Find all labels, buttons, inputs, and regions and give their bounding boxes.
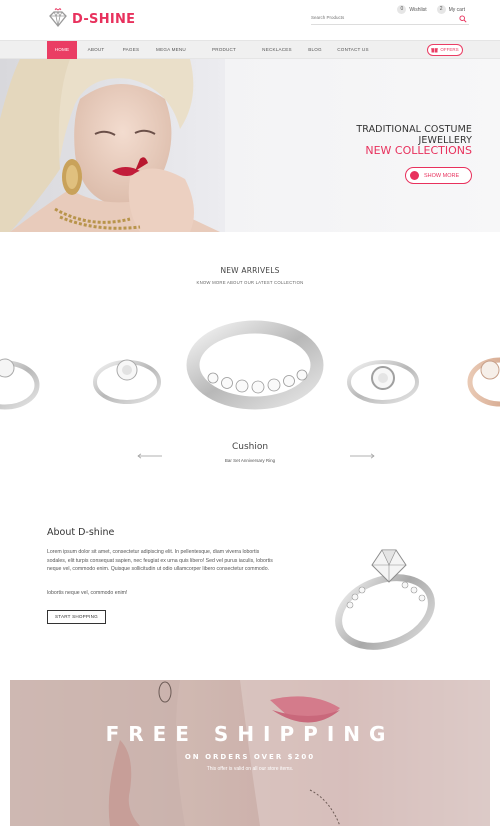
arrivals-subtitle: KNOW MORE ABOUT OUR LATEST COLLECTION xyxy=(196,280,304,285)
gift-icon xyxy=(431,48,439,53)
wishlist-label: Wishlist xyxy=(409,6,427,13)
nav-pages[interactable]: PAGES xyxy=(116,41,146,60)
cart-link[interactable]: 2 My cart xyxy=(436,5,465,14)
ring-item-featured[interactable] xyxy=(186,320,324,410)
wishlist-count: 0 xyxy=(397,5,407,14)
brand-name: D-SHINE xyxy=(72,11,136,27)
nav-about[interactable]: ABOUT xyxy=(80,41,112,60)
ring-carousel xyxy=(0,320,500,410)
show-more-button[interactable]: SHOW MORE xyxy=(405,167,472,184)
ring-item[interactable] xyxy=(93,359,161,404)
search-input[interactable] xyxy=(311,15,451,20)
banner-note: This offer is valid on all our store ite… xyxy=(206,766,294,772)
nav-necklaces[interactable]: NECKLACES xyxy=(258,41,296,60)
ring-item[interactable] xyxy=(0,358,40,410)
hero-model-image xyxy=(0,59,225,232)
top-links: 0 Wishlist 2 My cart xyxy=(397,5,465,14)
about-ring-image xyxy=(335,549,435,650)
offers-label: OFFERS xyxy=(440,47,459,52)
featured-ring-name: Cushion xyxy=(231,442,269,452)
wishlist-link[interactable]: 0 Wishlist xyxy=(397,5,427,14)
hero-subtitle: NEW COLLECTIONS xyxy=(365,144,472,157)
nav-mega-menu[interactable]: MEGA MENU xyxy=(152,41,190,60)
search-icon[interactable] xyxy=(459,15,467,23)
featured-ring-subtitle: Bar Set Anniversary Ring xyxy=(224,458,276,463)
hero-banner: TRADITIONAL COSTUME JEWELLERY NEW COLLEC… xyxy=(0,59,500,232)
nav-home[interactable]: HOME xyxy=(47,41,77,60)
nav-contact-us[interactable]: CONTACT US xyxy=(334,41,372,60)
start-shopping-button[interactable]: START SHOPPING xyxy=(47,610,106,624)
nav-product-category[interactable]: PRODUCT CATEGORY xyxy=(198,41,250,70)
arrow-circle-icon xyxy=(410,171,419,180)
cart-count: 2 xyxy=(436,5,446,14)
main-nav: HOME ABOUT PAGES MEGA MENU PRODUCT CATEG… xyxy=(0,40,500,70)
about-text-secondary: lobortis neque vel, commodo enim! xyxy=(47,590,128,596)
nav-blog[interactable]: BLOG xyxy=(303,41,327,60)
free-shipping-banner: FREE SHIPPING ON ORDERS OVER $200 This o… xyxy=(10,680,490,826)
search-box xyxy=(311,15,469,25)
banner-headline: FREE SHIPPING xyxy=(105,722,395,746)
arrivals-title: NEW ARRIVELS xyxy=(220,266,280,275)
ring-item[interactable] xyxy=(347,360,419,404)
ring-item[interactable] xyxy=(467,357,500,407)
show-more-label: SHOW MORE xyxy=(424,172,460,179)
about-title: About D-shine xyxy=(47,527,115,538)
site-header: D-SHINE 0 Wishlist 2 My cart xyxy=(0,0,500,40)
cart-label: My cart xyxy=(448,6,465,13)
hero-title: TRADITIONAL COSTUME JEWELLERY xyxy=(356,124,472,146)
banner-subline: ON ORDERS OVER $200 xyxy=(184,753,316,761)
offers-button[interactable]: OFFERS xyxy=(427,44,463,56)
logo[interactable]: D-SHINE xyxy=(47,8,135,30)
diamond-logo-icon xyxy=(49,8,67,28)
about-text: Lorem ipsum dolor sit amet, consectetur … xyxy=(47,549,273,573)
